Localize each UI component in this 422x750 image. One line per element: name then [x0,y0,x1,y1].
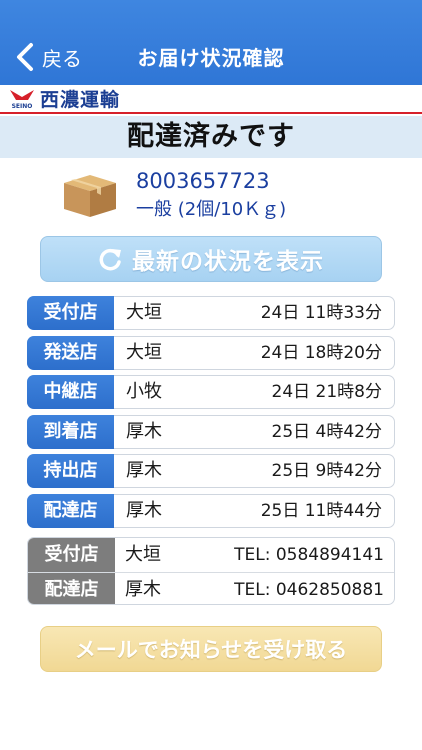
tracking-row-time: 24日 21時8分 [271,382,382,402]
status-banner: 配達済みです [0,116,422,158]
tracking-row: 到着店 厚木 25日 4時42分 [27,414,395,449]
tracking-row: 発送店 大垣 24日 18時20分 [27,335,395,370]
contact-phone-link[interactable]: TEL: 0584894141 [234,538,384,572]
brand-strip: SEINO 西濃運輸 [0,85,422,114]
tracking-row-place: 厚木 [126,499,162,521]
refresh-status-button[interactable]: 最新の状況を表示 [40,236,382,282]
package-info: 8003657723 一般 (2個/10Ｋｇ) [60,165,400,225]
cardboard-box-icon [64,175,116,217]
navigation-bar: 戻る お届け状況確認 [0,0,422,85]
contact-row-place: 厚木 [125,579,161,600]
tracking-row-label: 発送店 [27,335,114,370]
tracking-row-label: 配達店 [27,493,114,528]
package-detail: 一般 (2個/10Ｋｇ) [136,199,287,220]
tracking-row-place: 厚木 [126,420,162,442]
mail-button-label: メールでお知らせを受け取る [74,638,348,662]
contact-row-label: 受付店 [28,538,115,572]
seino-logo-text: SEINO [12,103,33,110]
brand-name: 西濃運輸 [40,89,121,111]
tracking-row: 受付店 大垣 24日 11時33分 [27,296,395,330]
tracking-row-label: 受付店 [27,296,114,330]
contact-phone-link[interactable]: TEL: 0462850881 [234,573,384,604]
tracking-row-time: 25日 11時44分 [260,500,382,521]
tracking-row: 配達店 厚木 25日 11時44分 [27,493,395,528]
tracking-history: 受付店 大垣 24日 11時33分 発送店 大垣 24日 18時20分 中継店 … [27,296,395,533]
contact-row-label: 配達店 [28,573,115,604]
store-contacts: 受付店 大垣 TEL: 0584894141 配達店 厚木 TEL: 04628… [27,537,395,605]
tracking-row: 中継店 小牧 24日 21時8分 [27,375,395,409]
refresh-button-label: 最新の状況を表示 [132,249,324,275]
contact-row: 配達店 厚木 TEL: 0462850881 [28,572,394,604]
tracking-number: 8003657723 [136,169,270,193]
contact-row: 受付店 大垣 TEL: 0584894141 [28,538,394,572]
mail-notification-button[interactable]: メールでお知らせを受け取る [40,626,382,672]
tracking-row: 持出店 厚木 25日 9時42分 [27,454,395,488]
tracking-row-label: 中継店 [27,375,114,409]
page-title: お届け状況確認 [137,46,285,70]
tracking-row-label: 持出店 [27,454,114,488]
seino-logo-icon: SEINO [10,89,34,110]
tracking-row-time: 24日 11時33分 [260,303,382,323]
tracking-row-place: 小牧 [126,381,162,402]
tracking-row-time: 24日 18時20分 [260,342,382,363]
tracking-row-time: 25日 4時42分 [271,421,382,442]
tracking-row-label: 到着店 [27,414,114,449]
contact-row-place: 大垣 [125,544,161,565]
refresh-icon [99,248,121,271]
delivery-status: 配達済みです [127,121,295,152]
tracking-row-place: 大垣 [126,302,162,323]
tracking-row-time: 25日 9時42分 [271,461,382,481]
tracking-row-place: 大垣 [126,341,162,363]
tracking-row-place: 厚木 [126,460,162,481]
